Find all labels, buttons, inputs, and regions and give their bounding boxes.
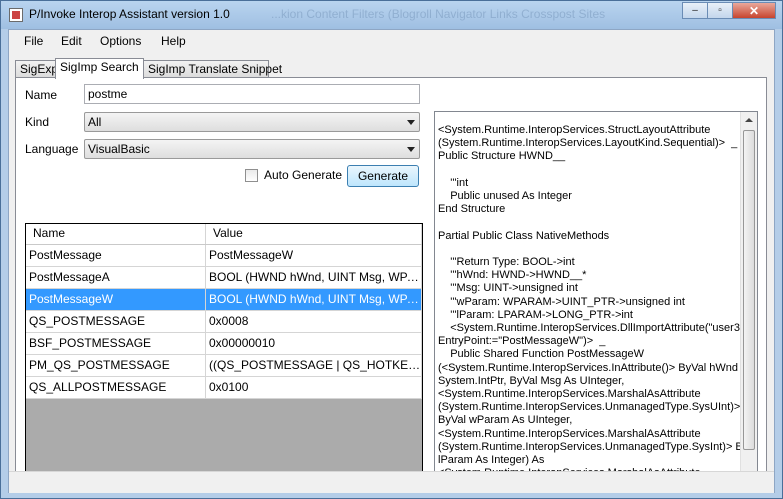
code-line: '''Msg: UINT->unsigned int	[438, 282, 578, 295]
table-row[interactable]: BSF_POSTMESSAGE 0x00000010	[26, 333, 422, 355]
language-dropdown[interactable]: VisualBasic	[84, 139, 420, 159]
cell-name: PostMessage	[26, 245, 206, 266]
code-line: End Structure	[438, 203, 506, 216]
sigimp-search-panel: Name postme Kind All Language VisualBasi…	[15, 77, 767, 487]
generated-code-text: <System.Runtime.InteropServices.StructLa…	[438, 124, 758, 482]
cell-value: PostMessageW	[206, 245, 422, 266]
code-line: <System.Runtime.InteropServices.MarshalA…	[438, 388, 701, 401]
kind-selected-value: All	[88, 115, 102, 129]
app-icon	[9, 8, 23, 22]
code-line: lParam As Integer) As	[438, 454, 545, 467]
tab-sigimp-search[interactable]: SigImp Search	[55, 58, 144, 79]
menu-edit[interactable]: Edit	[61, 34, 82, 48]
maximize-button[interactable]: ▫	[707, 2, 733, 19]
cell-name: BSF_POSTMESSAGE	[26, 333, 206, 354]
client-area: File Edit Options Help SigExp SigImp Sea…	[8, 29, 775, 493]
auto-generate-checkbox[interactable]	[245, 169, 258, 182]
cell-name: QS_ALLPOSTMESSAGE	[26, 377, 206, 398]
table-row[interactable]: QS_ALLPOSTMESSAGE 0x0100	[26, 377, 422, 399]
code-line: (<System.Runtime.InteropServices.InAttri…	[438, 361, 754, 374]
cell-name: PM_QS_POSTMESSAGE	[26, 355, 206, 376]
code-line: (System.Runtime.InteropServices.Unmanage…	[438, 440, 758, 453]
kind-label: Kind	[25, 115, 50, 129]
cell-name: PostMessageW	[26, 289, 206, 310]
scroll-thumb[interactable]	[743, 130, 755, 450]
code-line: Partial Public Class NativeMethods	[438, 229, 610, 242]
cell-name: PostMessageA	[26, 267, 206, 288]
menu-bar: File Edit Options Help	[9, 30, 774, 52]
chevron-down-icon	[407, 120, 415, 125]
code-line: '''wParam: WPARAM->UINT_PTR->unsigned in…	[438, 295, 685, 308]
cell-value: BOOL (HWND hWnd, UINT Msg, WPARAM wParam…	[206, 289, 422, 310]
cell-value: 0x00000010	[206, 333, 422, 354]
app-window: P/Invoke Interop Assistant version 1.0 .…	[0, 0, 783, 499]
code-line: EntryPoint:="PostMessageW")> _	[438, 335, 606, 348]
code-line: <System.Runtime.InteropServices.MarshalA…	[438, 427, 701, 440]
language-selected-value: VisualBasic	[88, 142, 150, 156]
results-grid: Name Value PostMessage PostMessageW Post…	[25, 223, 423, 487]
name-label: Name	[25, 88, 58, 102]
chevron-down-icon	[407, 147, 415, 152]
window-title: P/Invoke Interop Assistant version 1.0	[29, 7, 230, 21]
table-row[interactable]: PostMessageA BOOL (HWND hWnd, UINT Msg, …	[26, 267, 422, 289]
cell-value: 0x0100	[206, 377, 422, 398]
code-line: Public unused As Integer	[438, 190, 572, 203]
code-line: Public Shared Function PostMessageW	[438, 348, 645, 361]
scroll-up-icon[interactable]	[745, 118, 753, 122]
column-header-value[interactable]: Value	[206, 224, 422, 244]
code-line: (System.Runtime.InteropServices.LayoutKi…	[438, 137, 738, 150]
close-button[interactable]: ✕	[732, 2, 776, 19]
code-line: ByVal wParam As UInteger,	[438, 414, 573, 427]
kind-dropdown[interactable]: All	[84, 112, 420, 132]
generated-code-textbox[interactable]: <System.Runtime.InteropServices.StructLa…	[434, 111, 758, 483]
menu-options[interactable]: Options	[100, 34, 141, 48]
status-bar	[9, 471, 774, 493]
cell-value: 0x0008	[206, 311, 422, 332]
auto-generate-label[interactable]: Auto Generate	[264, 168, 342, 182]
minimize-button[interactable]: –	[682, 2, 708, 19]
table-row[interactable]: PM_QS_POSTMESSAGE ((QS_POSTMESSAGE | QS_…	[26, 355, 422, 377]
code-line: <System.Runtime.InteropServices.DllImpor…	[438, 322, 758, 335]
title-bar[interactable]: P/Invoke Interop Assistant version 1.0 .…	[1, 1, 782, 29]
grid-header: Name Value	[26, 224, 422, 245]
menu-file[interactable]: File	[24, 34, 43, 48]
code-line: '''lParam: LPARAM->LONG_PTR->int	[438, 308, 633, 321]
table-row[interactable]: PostMessage PostMessageW	[26, 245, 422, 267]
code-vertical-scrollbar[interactable]	[740, 112, 757, 482]
menu-help[interactable]: Help	[161, 34, 186, 48]
language-label: Language	[25, 142, 79, 156]
cell-value: ((QS_POSTMESSAGE | QS_HOTKEY | QS_TIMER)…	[206, 355, 422, 376]
tab-sigexp[interactable]: SigExp	[15, 60, 58, 77]
code-line: (System.Runtime.InteropServices.Unmanage…	[438, 401, 741, 414]
code-line: '''int	[438, 176, 469, 189]
table-row[interactable]: QS_POSTMESSAGE 0x0008	[26, 311, 422, 333]
cell-value: BOOL (HWND hWnd, UINT Msg, WPARAM wParam…	[206, 267, 422, 288]
generate-button[interactable]: Generate	[347, 165, 419, 187]
code-line: Public Structure HWND__	[438, 150, 566, 163]
code-line: '''Return Type: BOOL->int	[438, 256, 575, 269]
name-input[interactable]: postme	[84, 84, 420, 104]
code-line: <System.Runtime.InteropServices.StructLa…	[438, 124, 711, 136]
table-row-selected[interactable]: PostMessageW BOOL (HWND hWnd, UINT Msg, …	[26, 289, 422, 311]
code-line: '''hWnd: HWND->HWND__*	[438, 269, 587, 282]
caption-buttons: – ▫ ✕	[682, 2, 776, 19]
code-line: System.IntPtr, ByVal Msg As UInteger,	[438, 374, 625, 387]
background-ghost-text: ...kion Content Filters (Blogroll Naviga…	[271, 7, 606, 21]
column-header-name[interactable]: Name	[26, 224, 206, 244]
tab-sigimp-translate-snippet[interactable]: SigImp Translate Snippet	[143, 60, 282, 77]
cell-name: QS_POSTMESSAGE	[26, 311, 206, 332]
